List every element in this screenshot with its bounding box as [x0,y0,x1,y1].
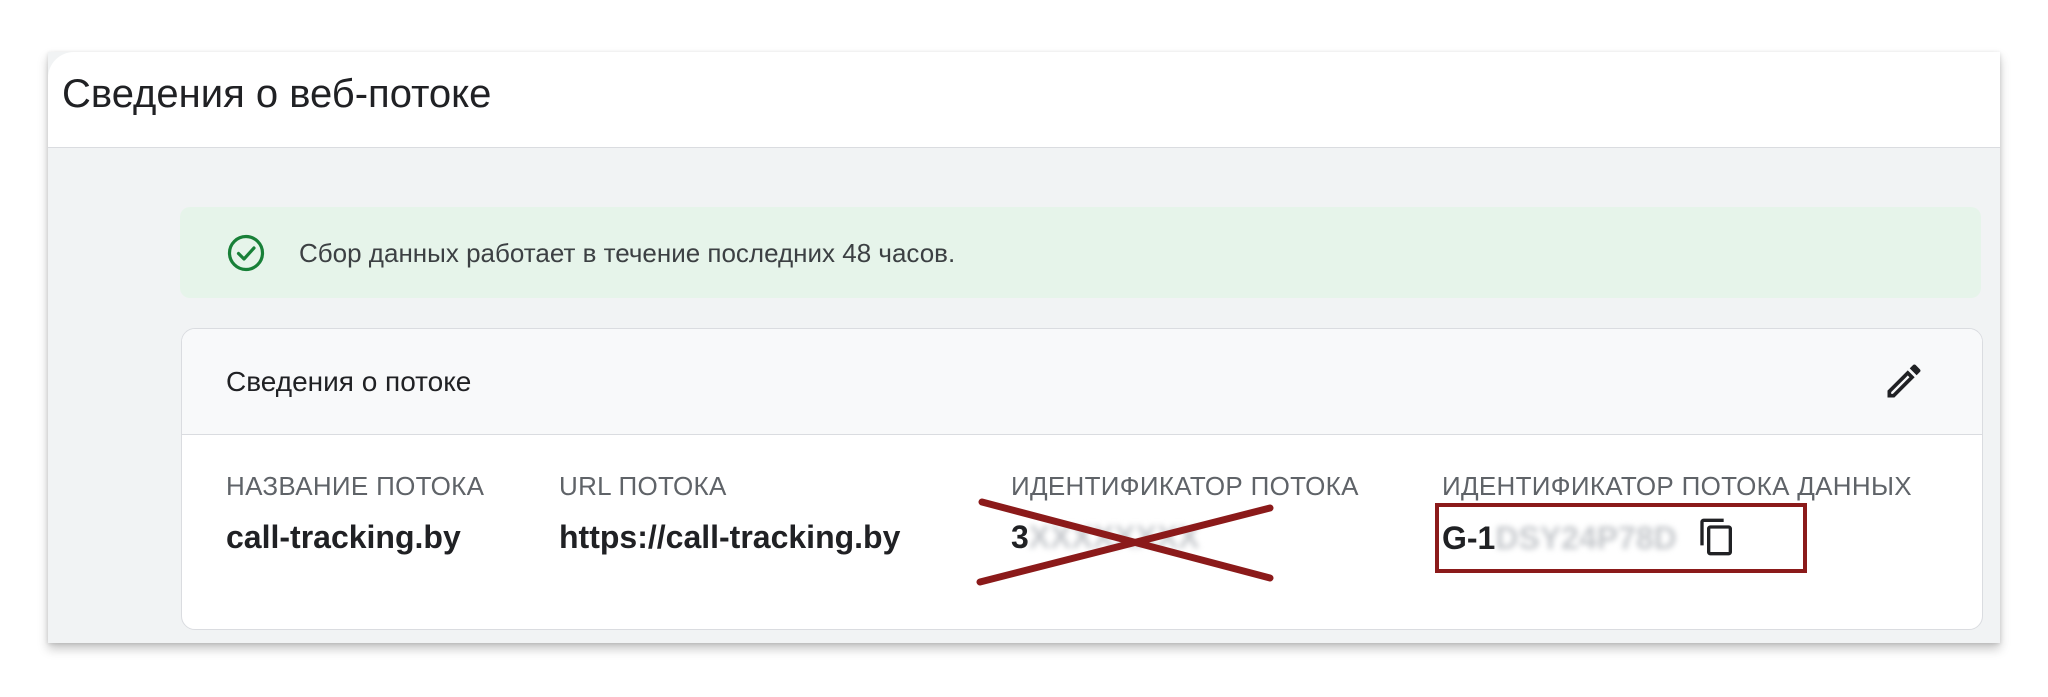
card-header: Сведения о потоке [182,329,1982,435]
highlight-box-annotation [1435,503,1807,573]
field-label: URL ПОТОКА [559,471,727,501]
pencil-icon[interactable] [1882,359,1926,403]
field-label: ИДЕНТИФИКАТОР ПОТОКА ДАННЫХ [1442,471,1912,501]
page-header: Сведения о веб-потоке [48,52,2000,148]
page-title: Сведения о веб-потоке [62,72,492,116]
check-circle-icon [227,234,265,272]
field-stream-url: URL ПОТОКА https://call-tracking.by [559,470,900,557]
field-stream-name: НАЗВАНИЕ ПОТОКА call-tracking.by [226,470,484,557]
field-value: call-tracking.by [226,519,461,555]
field-value[interactable]: https://call-tracking.by [559,517,900,557]
status-banner: Сбор данных работает в течение последних… [180,207,1981,298]
cross-out-annotation [976,498,1274,586]
field-label: НАЗВАНИЕ ПОТОКА [226,471,485,501]
status-text: Сбор данных работает в течение последних… [299,238,956,268]
card-title: Сведения о потоке [226,366,472,397]
